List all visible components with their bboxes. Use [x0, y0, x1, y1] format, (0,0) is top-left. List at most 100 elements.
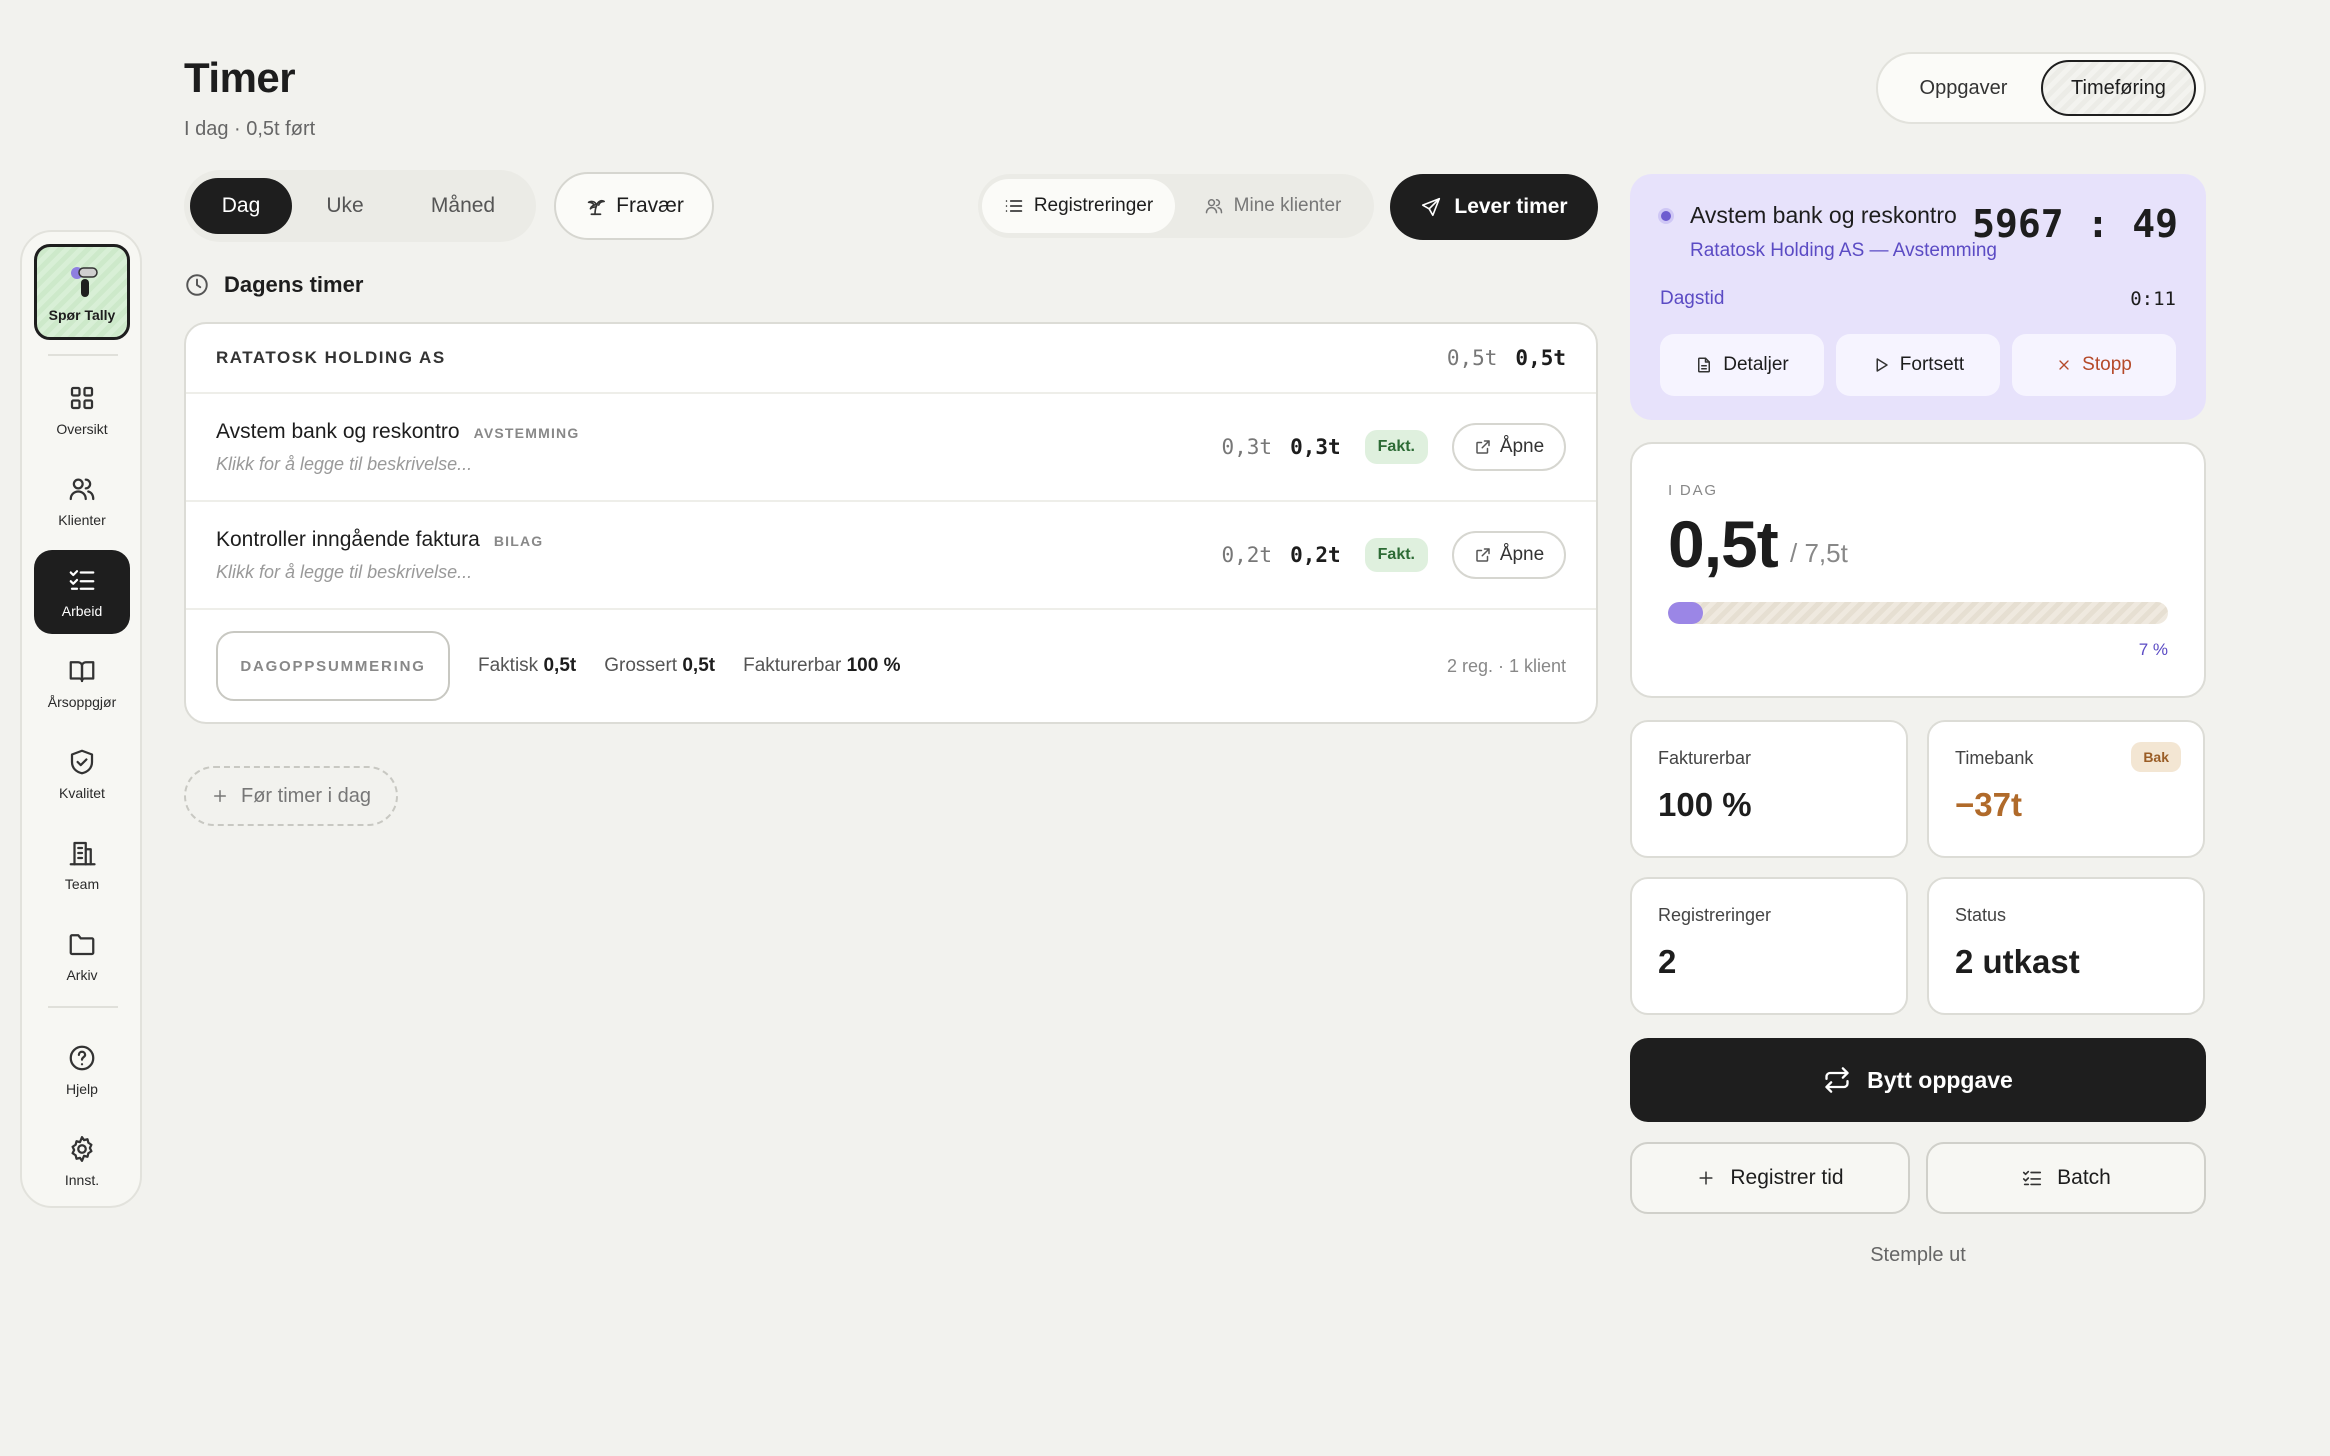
absence-button[interactable]: Fravær — [554, 172, 714, 240]
today-progress-fill — [1668, 602, 1703, 624]
list-mode-toggle: Registreringer Mine klienter — [978, 174, 1374, 238]
external-link-icon — [1476, 548, 1490, 562]
users-icon — [69, 478, 95, 501]
period-dag[interactable]: Dag — [190, 178, 292, 234]
period-selector: Dag Uke Måned — [184, 170, 536, 242]
tab-timeforing[interactable]: Timeføring — [2040, 60, 2196, 116]
timer-details-label: Detaljer — [1723, 354, 1789, 375]
send-icon — [1422, 197, 1441, 217]
stat-label: Timebank — [1955, 748, 2034, 768]
time-entry-row[interactable]: Avstem bank og reskontro AVSTEMMING Klik… — [186, 394, 1596, 502]
add-hours-label: Før timer i dag — [240, 784, 372, 807]
sidebar-item-label: Team — [64, 876, 100, 892]
period-uke[interactable]: Uke — [292, 178, 398, 234]
register-time-button[interactable]: Registrer tid — [1630, 1142, 1910, 1214]
toggle-registreringer[interactable]: Registreringer — [982, 179, 1175, 233]
switch-task-button[interactable]: Bytt oppgave — [1630, 1038, 2206, 1122]
period-maned[interactable]: Måned — [398, 178, 528, 234]
sidebar-item-label: Hjelp — [66, 1081, 98, 1097]
timer-stop-button[interactable]: Stopp — [2012, 334, 2176, 396]
dagstid-value: 0:11 — [2130, 288, 2176, 310]
timer-continue-label: Fortsett — [1899, 354, 1965, 375]
summary-count: 2 reg. · 1 klient — [1446, 655, 1566, 676]
stat-label: Registreringer — [1658, 905, 1772, 925]
stat-label: Status — [1955, 905, 2007, 925]
list-icon — [1005, 200, 1023, 212]
entry-name: Avstem bank og reskontro — [216, 419, 460, 443]
time-entry-row[interactable]: Kontroller inngående faktura BILAG Klikk… — [186, 502, 1596, 610]
sidebar-item-arkiv[interactable]: Arkiv — [34, 914, 130, 998]
stat-fakturerbar: Fakturerbar 100 % — [1630, 720, 1908, 858]
timer-continue-button[interactable]: Fortsett — [1836, 334, 2000, 396]
day-summary: DAGOPPSUMMERING Faktisk 0,5t Grossert 0,… — [186, 610, 1596, 722]
submit-hours-button[interactable]: Lever timer — [1390, 174, 1598, 240]
sidebar-item-hjelp[interactable]: Hjelp — [34, 1028, 130, 1112]
dagstid-label: Dagstid — [1660, 288, 1725, 309]
entry-hours-actual: 0,3t — [1221, 435, 1273, 459]
grid-icon — [70, 386, 94, 410]
sidebar-item-team[interactable]: Team — [34, 823, 130, 907]
sidebar-item-label: Kvalitet — [59, 785, 105, 801]
open-entry-button[interactable]: Åpne — [1452, 531, 1566, 579]
timer-details-button[interactable]: Detaljer — [1660, 334, 1824, 396]
timer-task-title: Avstem bank og reskontro — [1690, 202, 1957, 228]
timer-elapsed: 5967 : 49 — [1972, 202, 2178, 246]
switch-task-label: Bytt oppgave — [1867, 1066, 2013, 1093]
sidebar-item-oversikt[interactable]: Oversikt — [34, 368, 130, 452]
view-switcher: Oppgaver Timeføring — [1876, 52, 2206, 124]
toggle-mine-klienter[interactable]: Mine klienter — [1175, 179, 1370, 233]
summary-grossert: Grossert 0,5t — [604, 655, 716, 676]
toggle-label: Mine klienter — [1233, 195, 1342, 216]
batch-label: Batch — [2057, 1166, 2111, 1189]
sidebar-item-arbeid[interactable]: Arbeid — [34, 550, 130, 634]
external-link-icon — [1476, 440, 1490, 454]
open-entry-button[interactable]: Åpne — [1452, 423, 1566, 471]
plus-icon — [213, 790, 226, 802]
clock-out-link[interactable]: Stemple ut — [1630, 1244, 2206, 1267]
timer-task-subtitle[interactable]: Ratatosk Holding AS — Avstemming — [1690, 240, 1997, 262]
client-hours-actual: 0,5t — [1446, 346, 1498, 370]
batch-button[interactable]: Batch — [1926, 1142, 2206, 1214]
tally-logo-icon — [71, 267, 98, 297]
summary-fakturerbar: Fakturerbar 100 % — [743, 655, 901, 676]
stat-value: 2 utkast — [1955, 943, 2080, 980]
toggle-label: Registreringer — [1033, 195, 1154, 216]
entry-hours-actual: 0,2t — [1221, 543, 1273, 567]
stat-value: 100 % — [1658, 786, 1752, 823]
checklist-icon — [2023, 1170, 2042, 1186]
sidebar-item-label: Årsoppgjør — [47, 694, 117, 710]
book-icon — [69, 661, 95, 683]
entry-description[interactable]: Klikk for å legge til beskrivelse... — [216, 562, 1222, 583]
ask-tally-button[interactable]: Spør Tally — [34, 244, 130, 340]
active-timer-card: Avstem bank og reskontro Ratatosk Holdin… — [1630, 174, 2206, 420]
play-icon — [1876, 358, 1888, 372]
sidebar-item-label: Arkiv — [66, 967, 98, 983]
sidebar-item-klienter[interactable]: Klienter — [34, 459, 130, 543]
entry-name: Kontroller inngående faktura — [216, 527, 480, 551]
today-label: I DAG — [1668, 482, 1718, 499]
sidebar-divider — [48, 1006, 118, 1008]
stat-status: Status 2 utkast — [1927, 877, 2205, 1015]
shield-check-icon — [70, 749, 94, 775]
sidebar-item-kvalitet[interactable]: Kvalitet — [34, 732, 130, 816]
today-progress-bar — [1668, 602, 2168, 624]
help-icon — [69, 1045, 95, 1071]
stat-label: Fakturerbar — [1658, 748, 1752, 768]
sidebar-item-label: Klienter — [58, 512, 106, 528]
palm-tree-icon — [587, 199, 606, 216]
page-title: Timer — [184, 54, 296, 101]
users-icon — [1205, 199, 1222, 214]
document-icon — [1698, 357, 1711, 373]
client-header: RATATOSK HOLDING AS 0,5t 0,5t — [186, 324, 1596, 394]
day-summary-button[interactable]: DAGOPPSUMMERING — [216, 631, 450, 701]
sidebar-item-label: Innst. — [64, 1172, 100, 1188]
stat-value: 2 — [1658, 943, 1677, 980]
sidebar-item-arsoppgjor[interactable]: Årsoppgjør — [34, 641, 130, 725]
sidebar: Spør Tally Oversikt Klienter Arbeid Årso… — [20, 230, 142, 1208]
summary-faktisk: Faktisk 0,5t — [478, 655, 577, 676]
entry-description[interactable]: Klikk for å legge til beskrivelse... — [216, 454, 1222, 475]
add-hours-today-button[interactable]: Før timer i dag — [184, 766, 398, 826]
today-progress-card: I DAG 0,5t / 7,5t 7 % — [1630, 442, 2206, 698]
sidebar-item-innstillinger[interactable]: Innst. — [34, 1119, 130, 1203]
tab-oppgaver[interactable]: Oppgaver — [1886, 60, 2041, 116]
